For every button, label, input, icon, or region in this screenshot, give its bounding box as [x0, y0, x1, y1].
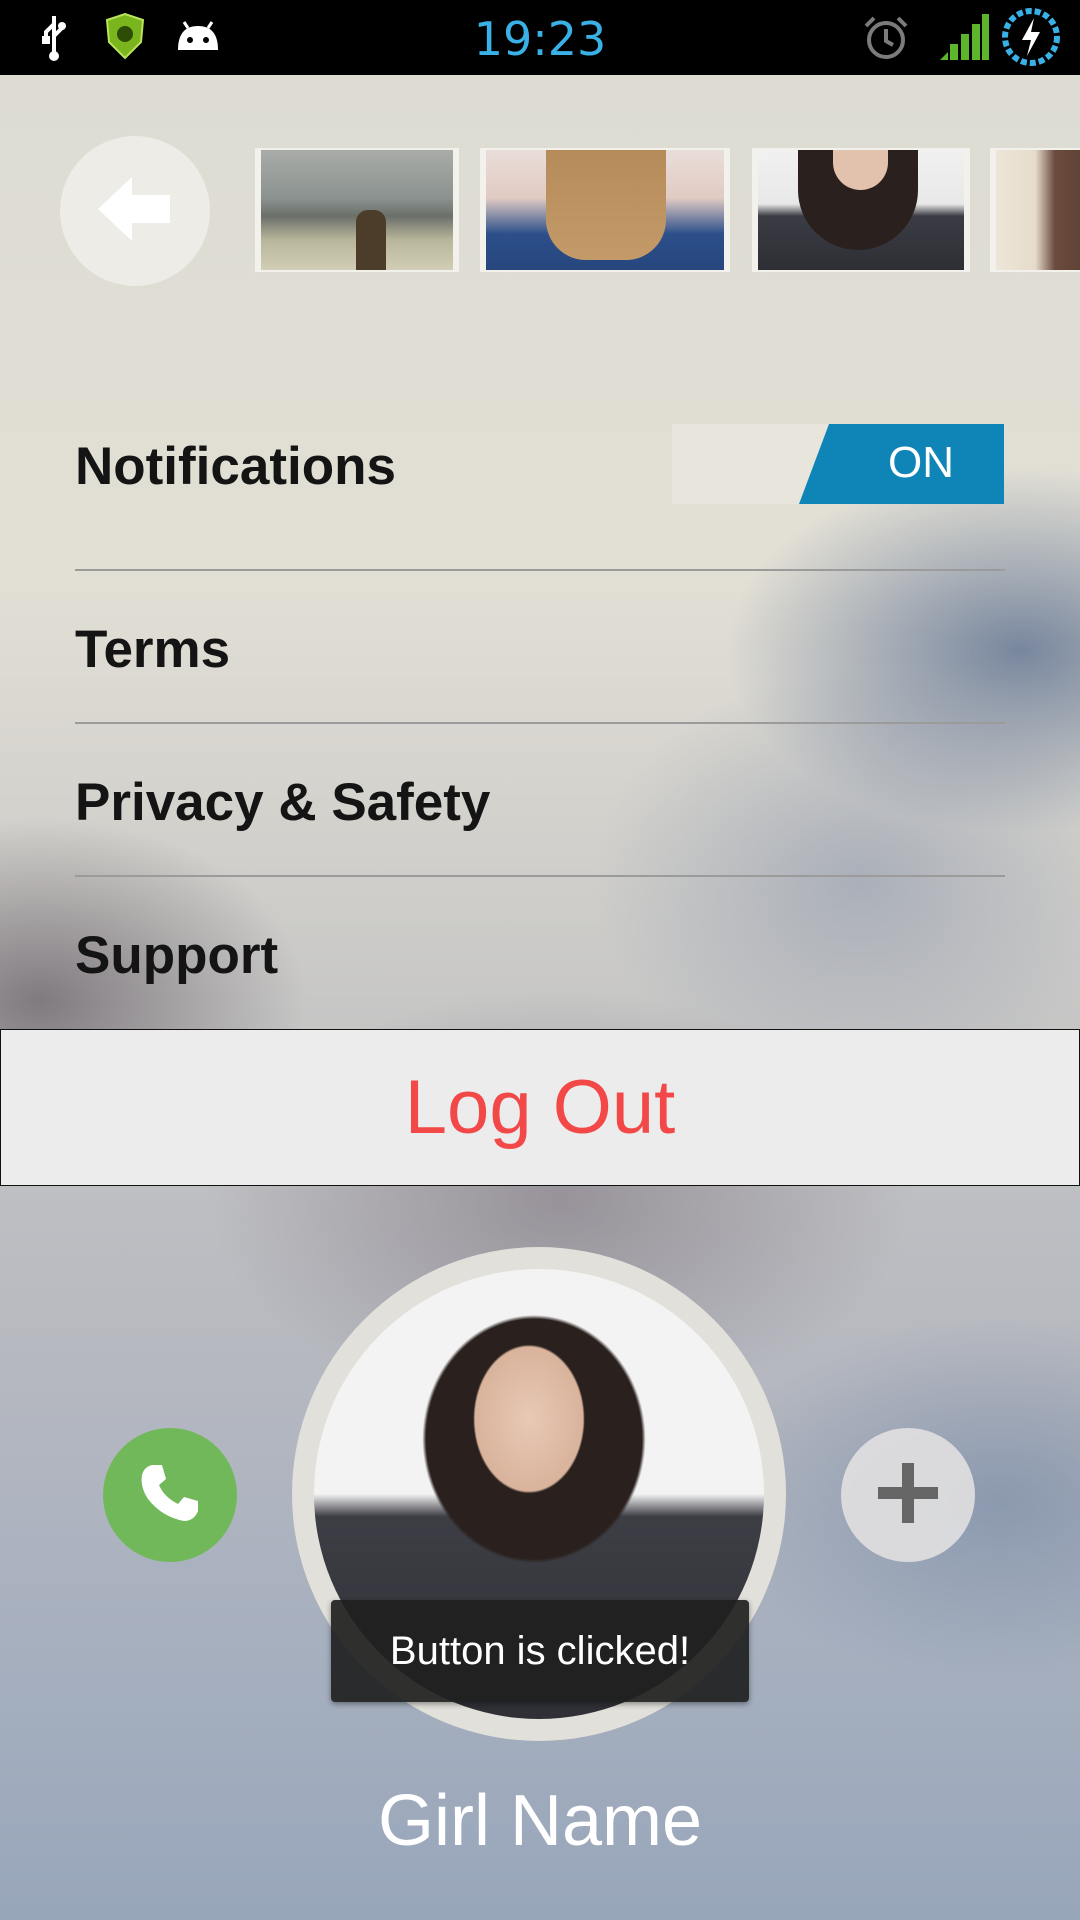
divider [75, 569, 1005, 571]
privacy-safety-item[interactable]: Privacy & Safety [75, 772, 490, 833]
signal-icon [938, 12, 990, 67]
alarm-icon [862, 14, 910, 67]
battery-charging-icon [1000, 6, 1062, 73]
add-button[interactable] [841, 1428, 975, 1562]
divider [75, 722, 1005, 724]
plus-icon [872, 1457, 944, 1534]
call-button[interactable] [103, 1428, 237, 1562]
back-button[interactable] [60, 136, 210, 286]
support-item[interactable]: Support [75, 925, 278, 986]
status-bar: 19:23 [0, 0, 1080, 75]
photo-thumb-2[interactable] [480, 148, 730, 272]
toast-message: Button is clicked! [331, 1600, 749, 1702]
notifications-label: Notifications [75, 437, 396, 496]
phone-icon [134, 1457, 206, 1534]
photo-thumb-3[interactable] [752, 148, 970, 272]
notifications-toggle[interactable]: ON [672, 424, 1004, 504]
toggle-state-label: ON [888, 438, 954, 487]
status-time: 19:23 [473, 12, 607, 66]
photo-thumb-1[interactable] [255, 148, 459, 272]
profile-name: Girl Name [377, 1781, 703, 1861]
photo-thumb-4[interactable] [990, 148, 1080, 272]
terms-item[interactable]: Terms [75, 619, 230, 680]
divider [75, 875, 1005, 877]
logout-button[interactable]: Log Out [0, 1029, 1080, 1186]
settings-screen: 19:23 Notifications ON Terms Privacy & S… [0, 0, 1080, 1920]
back-arrow-icon [98, 176, 172, 246]
